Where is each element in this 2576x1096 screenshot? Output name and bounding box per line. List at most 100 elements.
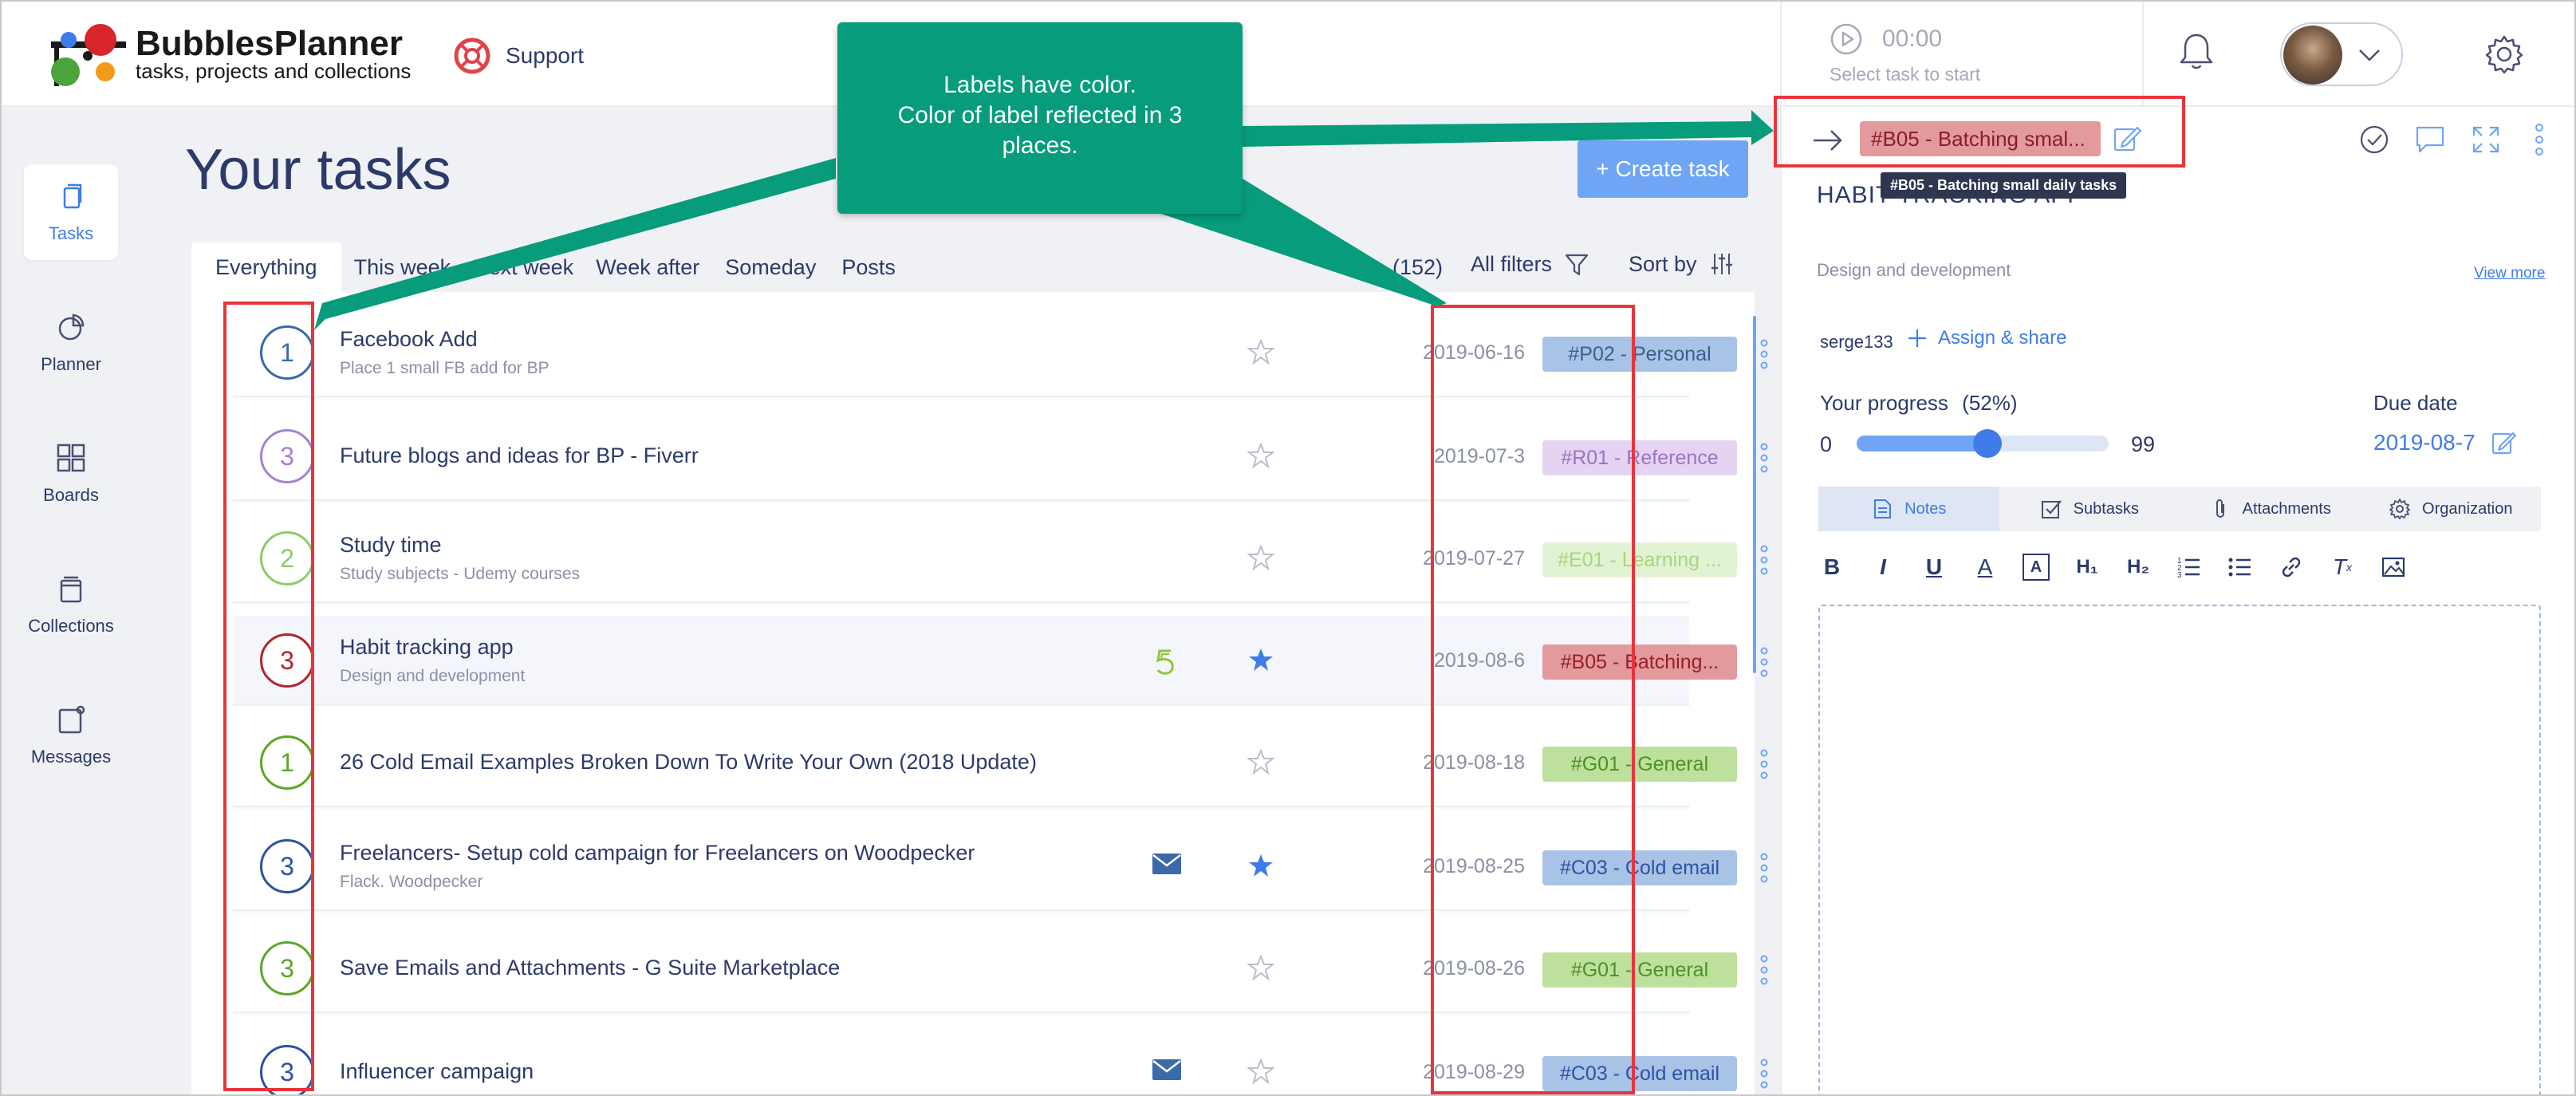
gear-icon[interactable] xyxy=(2483,34,2525,75)
star-icon[interactable] xyxy=(1247,338,1275,369)
star-filled-icon[interactable] xyxy=(1247,852,1274,883)
tab-label: Attachments xyxy=(2242,499,2331,518)
boards-icon xyxy=(57,444,85,472)
sidebar-item-label: Boards xyxy=(43,485,99,505)
scrollbar[interactable] xyxy=(1753,316,1756,673)
heading-1-icon[interactable]: H₁ xyxy=(2074,554,2101,581)
sidebar-item-messages[interactable]: Messages xyxy=(24,688,118,783)
task-subtitle: Study subjects - Udemy courses xyxy=(340,565,581,583)
sidebar-item-label: Collections xyxy=(28,616,114,636)
task-title[interactable]: Facebook Add xyxy=(340,327,478,352)
bell-icon[interactable] xyxy=(2174,29,2219,73)
sort-label: Sort by xyxy=(1629,251,1697,276)
tab-posts[interactable]: Posts xyxy=(829,242,908,292)
sidebar-item-tasks[interactable]: Tasks xyxy=(24,164,118,260)
sidebar-item-label: Tasks xyxy=(48,223,94,243)
sort-button[interactable]: Sort by xyxy=(1629,250,1735,278)
sidebar-item-planner[interactable]: Planner xyxy=(24,295,118,391)
sidebar-item-collections[interactable]: Collections xyxy=(24,557,118,652)
star-filled-icon[interactable] xyxy=(1247,646,1274,677)
italic-icon[interactable]: I xyxy=(1869,554,1897,581)
heading-2-icon[interactable]: H₂ xyxy=(2125,554,2152,581)
filters-button[interactable]: All filters xyxy=(1471,250,1590,278)
due-date-value: 2019-08-7 xyxy=(2373,430,2476,455)
task-title[interactable]: Freelancers- Setup cold campaign for Fre… xyxy=(340,841,975,865)
tab-subtasks[interactable]: Subtasks xyxy=(1999,487,2180,531)
task-timer[interactable]: 00:00 Select task to start xyxy=(1806,21,2141,93)
more-vertical-icon[interactable] xyxy=(1756,645,1772,680)
play-icon[interactable] xyxy=(1830,22,1863,56)
link-icon[interactable] xyxy=(2278,554,2305,581)
check-circle-icon[interactable] xyxy=(2357,123,2391,156)
sidebar-item-label: Messages xyxy=(30,747,112,767)
star-icon[interactable] xyxy=(1247,442,1275,473)
sidebar-item-label: Planner xyxy=(41,354,101,374)
label-tooltip: #B05 - Batching small daily tasks xyxy=(1881,172,2127,199)
task-title[interactable]: Study time xyxy=(340,533,442,558)
spiral-5-icon xyxy=(1152,646,1179,682)
checkbox-icon xyxy=(2041,500,2062,518)
tab-next-week[interactable]: Next week xyxy=(463,242,583,292)
bold-icon[interactable]: B xyxy=(1818,554,1845,581)
star-icon[interactable] xyxy=(1247,748,1275,779)
support-link[interactable]: Support xyxy=(453,37,584,75)
tab-label: Notes xyxy=(1904,499,1947,518)
detail-tabs: Notes Subtasks Attachments Organization xyxy=(1818,487,2541,531)
clear-format-icon[interactable]: Tx xyxy=(2329,554,2356,581)
view-more-link[interactable]: View more xyxy=(2474,265,2545,282)
underline-icon[interactable]: U xyxy=(1920,554,1948,581)
tab-notes[interactable]: Notes xyxy=(1818,487,1999,531)
comment-icon[interactable] xyxy=(2413,123,2447,156)
more-vertical-icon[interactable] xyxy=(1756,1056,1772,1091)
ordered-list-icon[interactable]: 1 2 3 xyxy=(2176,554,2203,581)
assign-share-button[interactable]: Assign & share xyxy=(1906,327,2066,349)
tab-everything[interactable]: Everything xyxy=(191,242,341,292)
tab-organization[interactable]: Organization xyxy=(2361,487,2542,531)
owner-name: serge133 xyxy=(1820,332,1893,352)
support-label: Support xyxy=(506,43,585,68)
star-icon[interactable] xyxy=(1247,954,1275,985)
due-date-field[interactable]: 2019-08-7 xyxy=(2373,429,2517,456)
task-title[interactable]: Habit tracking app xyxy=(340,635,514,660)
highlight-icon[interactable]: A xyxy=(2023,554,2050,581)
create-task-button[interactable]: + Create task xyxy=(1578,140,1748,198)
editor-toolbar: B I U A A H₁ H₂ 1 2 3 Tx xyxy=(1818,554,2407,581)
annotation-callout: Labels have color. Color of label reflec… xyxy=(837,22,1243,214)
bullet-list-icon[interactable] xyxy=(2227,554,2254,581)
more-vertical-icon[interactable] xyxy=(1756,440,1772,475)
expand-icon[interactable] xyxy=(2469,123,2503,156)
tab-this-week[interactable]: This week xyxy=(341,242,464,292)
edit-icon xyxy=(2491,432,2516,455)
task-title[interactable]: Save Emails and Attachments - G Suite Ma… xyxy=(340,956,840,980)
envelope-icon xyxy=(1152,852,1182,880)
more-vertical-icon[interactable] xyxy=(1756,952,1772,988)
sidebar-item-boards[interactable]: Boards xyxy=(24,426,118,522)
notes-icon xyxy=(1874,499,1892,518)
tab-someday[interactable]: Someday xyxy=(712,242,829,292)
task-title[interactable]: Future blogs and ideas for BP - Fiverr xyxy=(340,444,699,468)
more-vertical-icon[interactable] xyxy=(1756,850,1772,885)
more-vertical-icon[interactable] xyxy=(1756,542,1772,578)
image-icon[interactable] xyxy=(2380,554,2407,581)
notes-editor[interactable] xyxy=(1818,605,2541,1094)
app-logo[interactable]: BubblesPlanner tasks, projects and colle… xyxy=(46,22,411,91)
progress-slider[interactable] xyxy=(1857,429,2109,458)
progress-title: Your progress xyxy=(1820,391,1948,415)
tab-attachments[interactable]: Attachments xyxy=(2180,487,2361,531)
plus-icon xyxy=(1908,329,1926,347)
task-title[interactable]: Influencer campaign xyxy=(340,1059,534,1084)
more-vertical-icon[interactable] xyxy=(1756,337,1772,372)
progress-percent: (52%) xyxy=(1962,391,2018,415)
callout-line: places. xyxy=(1002,132,1078,159)
timer-hint: Select task to start xyxy=(1830,64,1981,85)
star-icon[interactable] xyxy=(1247,544,1275,575)
task-title[interactable]: 26 Cold Email Examples Broken Down To Wr… xyxy=(340,750,1037,775)
app-window: BubblesPlanner tasks, projects and colle… xyxy=(0,0,2576,1096)
slider-handle[interactable] xyxy=(1973,429,2003,458)
tab-week-after[interactable]: Week after xyxy=(583,242,712,292)
more-vertical-icon[interactable] xyxy=(2531,121,2547,158)
user-menu[interactable] xyxy=(2280,22,2403,86)
star-icon[interactable] xyxy=(1247,1058,1275,1089)
more-vertical-icon[interactable] xyxy=(1756,747,1772,782)
text-color-icon[interactable]: A xyxy=(1971,554,1999,581)
